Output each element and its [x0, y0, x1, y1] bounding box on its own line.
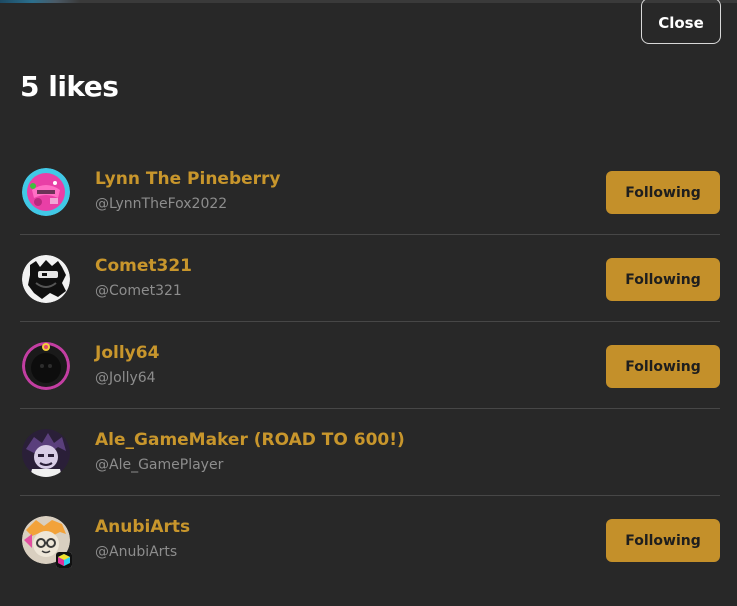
list-item: Jolly64 @Jolly64 Following — [20, 322, 720, 409]
user-name[interactable]: Jolly64 — [95, 343, 159, 363]
user-name[interactable]: Ale_GameMaker (ROAD TO 600!) — [95, 430, 405, 450]
likes-title: 5 likes — [20, 70, 119, 103]
badge-icon — [56, 552, 72, 568]
following-button[interactable]: Following — [606, 519, 720, 562]
list-item: Comet321 @Comet321 Following — [20, 235, 720, 322]
user-handle: @AnubiArts — [95, 544, 178, 560]
top-strip — [0, 0, 737, 3]
user-handle: @Comet321 — [95, 283, 182, 299]
following-button[interactable]: Following — [606, 171, 720, 214]
following-button[interactable]: Following — [606, 345, 720, 388]
user-handle: @LynnTheFox2022 — [95, 196, 228, 212]
user-name[interactable]: Lynn The Pineberry — [95, 169, 281, 189]
user-avatar[interactable] — [22, 255, 70, 303]
following-button[interactable]: Following — [606, 258, 720, 301]
user-handle: @Ale_GamePlayer — [95, 457, 224, 473]
list-item: Ale_GameMaker (ROAD TO 600!) @Ale_GamePl… — [20, 409, 720, 496]
close-button[interactable]: Close — [641, 0, 721, 44]
user-avatar[interactable] — [22, 342, 70, 390]
likes-modal: Close 5 likes Lynn The Pineberry @LynnTh… — [0, 0, 737, 606]
list-item: Lynn The Pineberry @LynnTheFox2022 Follo… — [20, 148, 720, 235]
user-name[interactable]: AnubiArts — [95, 517, 190, 537]
list-item: AnubiArts @AnubiArts Following — [20, 496, 720, 583]
user-avatar[interactable] — [22, 168, 70, 216]
user-name[interactable]: Comet321 — [95, 256, 192, 276]
likes-list: Lynn The Pineberry @LynnTheFox2022 Follo… — [20, 148, 720, 583]
top-strip-accent — [0, 0, 80, 3]
user-handle: @Jolly64 — [95, 370, 156, 386]
user-avatar[interactable] — [22, 429, 70, 477]
